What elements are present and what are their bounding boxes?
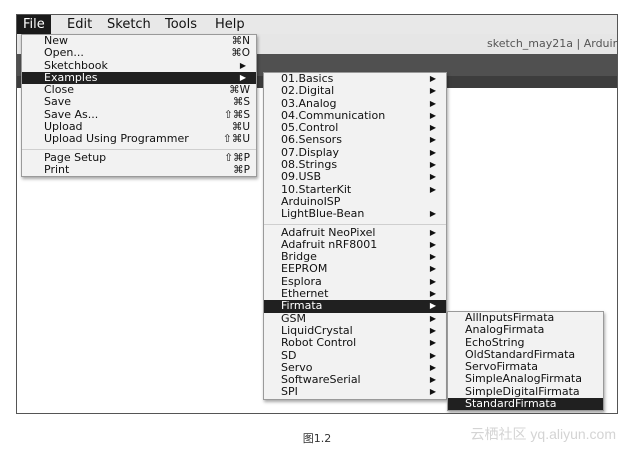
arduino-ide-window: File Edit Sketch Tools Help sketch_may21… [16, 14, 618, 414]
watermark: 云栖社区 yq.aliyun.com [470, 426, 616, 442]
submenu-arrow-icon: ▶ [429, 387, 436, 397]
menu-edit[interactable]: Edit [61, 15, 98, 34]
submenu-arrow-icon: ▶ [429, 362, 436, 372]
menu-item-label: Print [44, 162, 70, 176]
menu-item-label: 02.Digital [281, 84, 335, 98]
menu-item-label: Robot Control [281, 336, 357, 350]
menu-item-label: Servo [281, 360, 313, 374]
submenu-arrow-icon: ▶ [429, 289, 436, 299]
menu-item-label: Examples [44, 70, 98, 84]
shortcut-hint: ⌘N [231, 35, 250, 47]
shortcut-hint: ⌘S [232, 96, 250, 109]
submenu-arrow-icon: ▶ [429, 160, 436, 170]
menu-item-label: 03.Analog [281, 96, 337, 110]
menu-item-label: 06.Sensors [281, 133, 342, 147]
submenu-arrow-icon: ▶ [429, 239, 436, 249]
menu-item-label: 07.Display [281, 145, 340, 159]
menu-item-label: SimpleDigitalFirmata [465, 384, 580, 398]
menu-item-label: LightBlue-Bean [281, 207, 365, 221]
menu-item-label: LiquidCrystal [281, 323, 353, 337]
menu-item-label: ServoFirmata [465, 360, 538, 374]
submenu-arrow-icon: ▶ [429, 264, 436, 274]
submenu-arrow-icon: ▶ [239, 60, 246, 70]
menu-item-label: 08.Strings [281, 158, 338, 172]
shortcut-hint: ⌘U [231, 121, 250, 134]
menu-bar: File Edit Sketch Tools Help [17, 15, 617, 35]
firmata-submenu: AllInputsFirmata AnalogFirmata EchoString O… [447, 311, 604, 412]
submenu-arrow-icon: ▶ [429, 375, 436, 385]
menu-item-label: SoftwareSerial [281, 373, 361, 387]
menu-item-label: Adafruit nRF8001 [281, 237, 378, 251]
menu-item-label: EchoString [465, 335, 525, 349]
file-menu-item-print[interactable]: Print ⌘P [22, 162, 256, 176]
menu-item-label: Firmata [281, 299, 323, 313]
examples-item-spi[interactable]: SPI ▶ [264, 386, 446, 398]
menu-item-label: SD [281, 348, 297, 362]
menu-item-label: ArduinoISP [281, 194, 341, 208]
submenu-arrow-icon: ▶ [429, 301, 436, 311]
menu-item-label: Save As... [44, 107, 99, 121]
menu-item-label: SimpleAnalogFirmata [465, 372, 582, 386]
menu-item-label: Sketchbook [44, 58, 108, 72]
submenu-arrow-icon: ▶ [429, 209, 436, 219]
submenu-arrow-icon: ▶ [429, 350, 436, 360]
menu-item-label: GSM [281, 311, 306, 325]
submenu-arrow-icon: ▶ [429, 325, 436, 335]
submenu-arrow-icon: ▶ [429, 74, 436, 83]
menu-item-label: Upload [44, 120, 83, 134]
shortcut-hint: ⇧⌘U [223, 133, 250, 146]
submenu-arrow-icon: ▶ [429, 135, 436, 145]
examples-submenu: 01.Basics ▶ 02.Digital ▶ 03.Analog ▶ 04.Commun… [263, 72, 447, 400]
menu-item-label: OldStandardFirmata [465, 347, 576, 361]
file-menu: New ⌘N Open... ⌘O Sketchbook ▶ Examples ▶ Close ⌘… [21, 34, 257, 178]
submenu-arrow-icon: ▶ [429, 110, 436, 120]
submenu-arrow-icon: ▶ [429, 147, 436, 157]
shortcut-hint: ⇧⌘P [224, 151, 250, 164]
menu-sketch[interactable]: Sketch [101, 15, 157, 34]
submenu-arrow-icon: ▶ [429, 98, 436, 108]
file-menu-item-upload-using-programmer[interactable]: Upload Using Programmer ⇧⌘U [22, 132, 256, 146]
examples-item-lightblue-bean[interactable]: LightBlue-Bean ▶ [264, 208, 446, 220]
shortcut-hint: ⇧⌘S [224, 108, 250, 121]
menu-item-label: Bridge [281, 250, 317, 264]
submenu-arrow-icon: ▶ [429, 338, 436, 348]
menu-item-label: 01.Basics [281, 72, 334, 85]
menu-item-label: Close [44, 83, 74, 97]
submenu-arrow-icon: ▶ [429, 172, 436, 182]
shortcut-hint: ⌘W [229, 84, 250, 97]
submenu-arrow-icon: ▶ [429, 123, 436, 133]
menu-item-label: EEPROM [281, 262, 328, 276]
submenu-arrow-icon: ▶ [429, 86, 436, 96]
menu-help[interactable]: Help [209, 15, 251, 34]
menu-item-label: 05.Control [281, 121, 339, 135]
menu-item-label: Save [44, 95, 72, 109]
menu-item-label: StandardFirmata [465, 397, 557, 411]
submenu-arrow-icon: ▶ [429, 313, 436, 323]
menu-item-label: 04.Communication [281, 108, 386, 122]
menu-item-label: Page Setup [44, 150, 107, 164]
menu-file[interactable]: File [17, 15, 51, 34]
menu-item-label: Esplora [281, 274, 322, 288]
menu-item-label: Upload Using Programmer [44, 132, 189, 146]
menu-item-label: SPI [281, 385, 298, 399]
firmata-item-standardfirmata[interactable]: StandardFirmata [448, 397, 603, 411]
submenu-arrow-icon: ▶ [429, 252, 436, 262]
menu-item-label: Adafruit NeoPixel [281, 225, 376, 239]
shortcut-hint: ⌘O [231, 47, 250, 60]
menu-item-label: Ethernet [281, 287, 329, 301]
menu-item-label: New [44, 34, 68, 47]
menu-item-label: Open... [44, 46, 84, 60]
window-title: sketch_may21a | Arduino [487, 37, 618, 50]
menu-item-label: AnalogFirmata [465, 323, 545, 337]
shortcut-hint: ⌘P [233, 163, 250, 176]
menu-item-label: AllInputsFirmata [465, 311, 555, 324]
submenu-arrow-icon: ▶ [239, 72, 246, 82]
menu-item-label: 10.StarterKit [281, 182, 352, 196]
menu-item-label: 09.USB [281, 170, 322, 184]
submenu-arrow-icon: ▶ [429, 276, 436, 286]
submenu-arrow-icon: ▶ [429, 184, 436, 194]
menu-tools[interactable]: Tools [159, 15, 203, 34]
submenu-arrow-icon: ▶ [429, 227, 436, 237]
